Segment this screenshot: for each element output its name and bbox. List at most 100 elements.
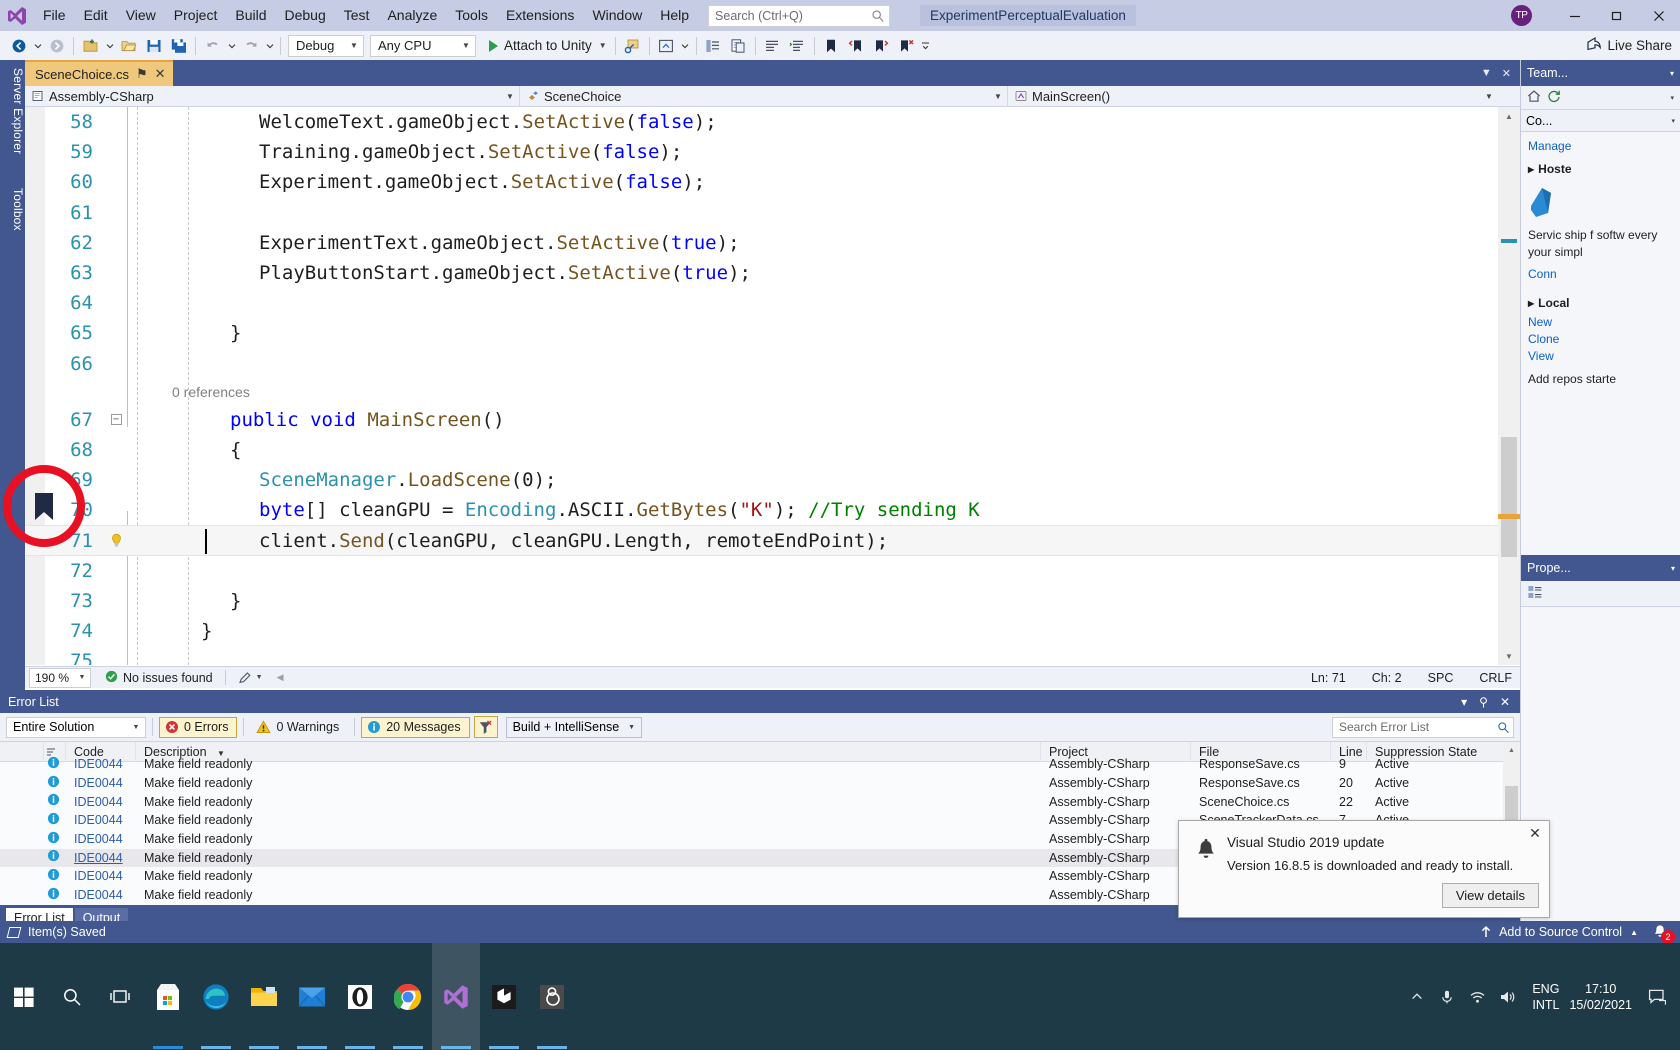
restore-button[interactable]: [1596, 0, 1638, 31]
code-line[interactable]: 59 Training.gameObject.SetActive(false);: [25, 137, 1498, 167]
navigate-backward-button[interactable]: [6, 34, 31, 58]
navbar-member-dropdown[interactable]: MainScreen() ▼: [1008, 86, 1498, 107]
notifications-button[interactable]: 2: [1652, 924, 1675, 944]
warnings-filter-button[interactable]: 0 Warnings: [250, 717, 348, 738]
clock[interactable]: 17:10 15/02/2021: [1569, 981, 1632, 1013]
navbar-project-dropdown[interactable]: Assembly-CSharp ▼: [25, 85, 520, 107]
clear-filter-button[interactable]: [473, 716, 498, 738]
task-view-icon[interactable]: [96, 943, 144, 1050]
code-line[interactable]: 70 byte[] cleanGPU = Encoding.ASCII.GetBy…: [25, 495, 1498, 525]
menu-file[interactable]: File: [34, 0, 75, 31]
code-line[interactable]: 69 SceneManager.LoadScene(0);: [25, 465, 1498, 495]
solution-explorer-button[interactable]: [701, 34, 726, 58]
code-line[interactable]: 66: [25, 349, 1498, 379]
navbar-type-dropdown[interactable]: SceneChoice ▼: [520, 85, 1008, 107]
microsoft-store-icon[interactable]: [144, 943, 192, 1050]
redo-button[interactable]: [238, 34, 263, 58]
properties-window-button[interactable]: [726, 34, 751, 58]
next-bookmark-button[interactable]: [869, 34, 894, 58]
undo-dropdown-icon[interactable]: [225, 34, 238, 58]
wifi-icon[interactable]: [1462, 989, 1492, 1005]
cell-code[interactable]: IDE0044: [66, 774, 136, 793]
menu-analyze[interactable]: Analyze: [378, 0, 446, 31]
close-button[interactable]: [1638, 0, 1680, 31]
action-center-icon[interactable]: [1640, 988, 1674, 1006]
volume-icon[interactable]: [1492, 989, 1522, 1005]
editor-vertical-scrollbar[interactable]: ▲ ▼: [1498, 107, 1520, 665]
solution-platform-combo[interactable]: Any CPU ▼: [370, 34, 476, 57]
taskbar-search-icon[interactable]: [48, 943, 96, 1050]
pin-icon-el[interactable]: ⚲: [1473, 695, 1494, 709]
microphone-icon[interactable]: [1432, 989, 1462, 1005]
cell-code[interactable]: IDE0044: [66, 811, 136, 830]
refresh-icon[interactable]: [1547, 89, 1561, 106]
blender-icon[interactable]: [528, 943, 576, 1050]
code-line[interactable]: 58 WelcomeText.gameObject.SetActive(false…: [25, 107, 1498, 137]
zoom-combo[interactable]: 190 % ▼: [29, 667, 91, 688]
code-line[interactable]: 68 {: [25, 435, 1498, 465]
chevron-down-icon-te-tools[interactable]: ▾: [1670, 94, 1674, 102]
collapse-region-icon[interactable]: −: [110, 414, 122, 426]
preview-dropdown-icon[interactable]: [679, 34, 692, 58]
navigate-forward-button[interactable]: [44, 34, 69, 58]
chevron-down-icon-el[interactable]: ▾: [1455, 695, 1473, 709]
mail-icon[interactable]: [288, 943, 336, 1050]
live-share-button[interactable]: Live Share: [1586, 36, 1680, 55]
chevron-down-icon-te[interactable]: ▾: [1670, 69, 1674, 78]
clear-bookmarks-button[interactable]: [894, 34, 919, 58]
scroll-up-arrow-icon[interactable]: ▲: [1498, 107, 1520, 125]
scroll-down-arrow-icon[interactable]: ▼: [1498, 647, 1520, 665]
errors-filter-button[interactable]: 0 Errors: [159, 716, 238, 738]
codelens-references[interactable]: 0 references: [25, 379, 1498, 405]
build-filter-combo[interactable]: Build + IntelliSense ▼: [505, 716, 642, 738]
menu-build[interactable]: Build: [226, 0, 275, 31]
code-line[interactable]: 65}: [25, 318, 1498, 348]
menu-test[interactable]: Test: [335, 0, 379, 31]
messages-filter-button[interactable]: 20 Messages: [361, 716, 470, 738]
cell-code[interactable]: IDE0044: [66, 830, 136, 849]
local-repos-section[interactable]: ▶ Local: [1528, 295, 1673, 312]
input-language-indicator[interactable]: ENG INTL: [1532, 981, 1559, 1013]
ink-annotation-button[interactable]: ▼: [238, 671, 263, 685]
scope-combo[interactable]: Entire Solution ▼: [6, 716, 146, 738]
table-row[interactable]: IDE0044 Make field readonly Assembly-CShar…: [0, 756, 1520, 774]
toolbar-overflow-button[interactable]: [919, 34, 932, 58]
sidebar-tab-server-explorer[interactable]: Server Explorer: [0, 62, 25, 174]
code-editor[interactable]: 58 WelcomeText.gameObject.SetActive(false…: [25, 107, 1498, 665]
redo-dropdown-icon[interactable]: [263, 34, 276, 58]
code-line[interactable]: 67 − public void MainScreen(): [25, 405, 1498, 435]
unity-icon[interactable]: [480, 943, 528, 1050]
error-scroll-up-icon[interactable]: ▲: [1503, 742, 1520, 758]
user-avatar[interactable]: TP: [1511, 5, 1532, 26]
cell-code[interactable]: IDE0044: [66, 849, 136, 868]
solution-configuration-combo[interactable]: Debug ▼: [288, 34, 364, 57]
hosted-repos-section[interactable]: ▶ Hoste: [1528, 161, 1673, 178]
menu-edit[interactable]: Edit: [75, 0, 117, 31]
scroll-left-icon[interactable]: ◀: [277, 672, 284, 683]
home-icon[interactable]: [1527, 89, 1541, 106]
menu-help[interactable]: Help: [651, 0, 698, 31]
cell-code[interactable]: IDE0044: [66, 755, 136, 774]
code-line[interactable]: 71 client.Send(cleanGPU, cleanGPU.Length,…: [25, 525, 1498, 556]
tray-expand-icon[interactable]: [1402, 990, 1432, 1004]
lightbulb-icon[interactable]: [108, 533, 124, 549]
chevron-up-icon[interactable]: ▲: [1630, 928, 1638, 937]
open-file-button[interactable]: [116, 34, 141, 58]
table-row[interactable]: IDE0044 Make field readonly Assembly-CShar…: [0, 793, 1520, 812]
cell-code[interactable]: IDE0044: [66, 793, 136, 812]
comment-selection-button[interactable]: [760, 34, 785, 58]
previous-bookmark-button[interactable]: [844, 34, 869, 58]
close-icon-el[interactable]: ✕: [1494, 695, 1516, 709]
sidebar-tab-toolbox[interactable]: Toolbox: [0, 182, 25, 252]
save-all-button[interactable]: [166, 34, 191, 58]
google-chrome-icon[interactable]: [384, 943, 432, 1050]
tab-scenechoice-cs[interactable]: SceneChoice.cs ⚑ ✕: [25, 60, 173, 86]
main-menu[interactable]: File Edit View Project Build Debug Test …: [34, 0, 698, 31]
navigate-backward-dropdown-icon[interactable]: [31, 34, 44, 58]
cell-code[interactable]: IDE0044: [66, 886, 136, 905]
pin-icon[interactable]: ⚑: [136, 66, 148, 82]
opera-icon[interactable]: [336, 943, 384, 1050]
code-line[interactable]: 60 Experiment.gameObject.SetActive(false)…: [25, 167, 1498, 197]
add-to-source-control-button[interactable]: Add to Source Control ▲: [1479, 925, 1638, 939]
new-project-button[interactable]: [78, 34, 103, 58]
